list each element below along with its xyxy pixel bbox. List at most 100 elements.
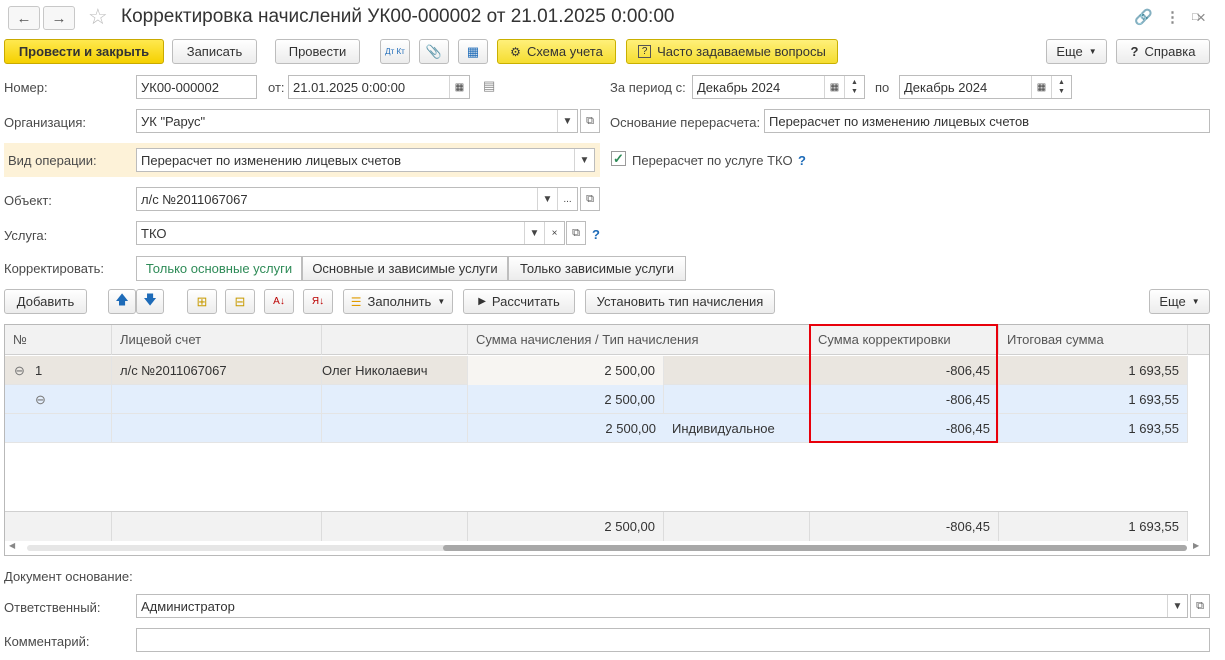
forward-button[interactable]: →: [43, 6, 75, 30]
star-icon[interactable]: ☆: [88, 4, 108, 30]
sort-asc-button[interactable]: A↓: [264, 289, 294, 314]
collapse-button[interactable]: ⊟: [225, 289, 255, 314]
fill-button[interactable]: ☰ Заполнить ▼: [343, 289, 453, 314]
dt-kt-button[interactable]: Дт Кт: [380, 39, 410, 64]
back-button[interactable]: ←: [8, 6, 40, 30]
row-sum: 2 500,00: [605, 421, 656, 436]
comment-label: Комментарий:: [4, 634, 90, 649]
org-label: Организация:: [4, 115, 87, 130]
date-field[interactable]: 21.01.2025 0:00:00 ▦: [288, 75, 470, 99]
post-and-close-button[interactable]: Провести и закрыть: [4, 39, 164, 64]
footer-cell: [5, 512, 112, 542]
row-expand-icon[interactable]: ⊖: [14, 356, 32, 385]
help-button[interactable]: ? Справка: [1116, 39, 1210, 64]
comment-field[interactable]: [136, 628, 1210, 652]
sort-desc-button[interactable]: Я↓: [303, 289, 333, 314]
stepper-icon[interactable]: ▲ ▼: [1051, 76, 1071, 98]
structure-button[interactable]: ▦: [458, 39, 488, 64]
footer-correction: -806,45: [810, 512, 999, 542]
object-label: Объект:: [4, 193, 52, 208]
attach-button[interactable]: 📎: [419, 39, 449, 64]
header-sum[interactable]: Сумма начисления / Тип начисления: [468, 325, 810, 355]
dropdown-icon: ▼: [1191, 297, 1200, 306]
op-field[interactable]: Перерасчет по изменению лицевых счетов ▼: [136, 148, 595, 172]
arrow-up-icon: 🡅: [115, 291, 129, 307]
move-down-button[interactable]: 🡇: [136, 289, 164, 314]
footer-cell: [322, 512, 468, 542]
header-name[interactable]: [322, 325, 468, 355]
row-name: [322, 385, 468, 414]
reason-label: Основание перерасчета:: [610, 115, 761, 130]
table-row[interactable]: ⊖ 1 л/с №2011067067 Олег Николаевич 2 50…: [5, 356, 1188, 385]
help-icon: ?: [1130, 44, 1139, 59]
scroll-right-icon[interactable]: ▶: [1193, 541, 1199, 550]
chevron-down-icon[interactable]: ▼: [524, 222, 544, 244]
set-type-button[interactable]: Установить тип начисления: [585, 289, 775, 314]
row-account: [112, 414, 322, 443]
clear-icon[interactable]: ×: [544, 222, 564, 244]
corrections-table[interactable]: № Лицевой счет Сумма начисления / Тип на…: [4, 324, 1210, 556]
service-help-icon[interactable]: ?: [592, 227, 600, 242]
expand-button[interactable]: ⊞: [187, 289, 217, 314]
calendar-icon[interactable]: ▦: [1031, 76, 1051, 98]
faq-button[interactable]: ? Часто задаваемые вопросы: [626, 39, 838, 64]
reason-field[interactable]: Перерасчет по изменению лицевых счетов: [764, 109, 1210, 133]
chevron-down-icon[interactable]: ▼: [537, 188, 557, 210]
scheme-button[interactable]: ⚙ Схема учета: [497, 39, 616, 64]
tab-main-services[interactable]: Только основные услуги: [136, 256, 302, 281]
number-field[interactable]: УК00-000002: [136, 75, 257, 99]
row-expand-icon[interactable]: ⊖: [35, 385, 53, 414]
open-icon[interactable]: ⧉: [566, 221, 586, 245]
chevron-down-icon[interactable]: ▼: [557, 110, 577, 132]
footer-cell: [112, 512, 322, 542]
footer-sum: 2 500,00: [468, 512, 664, 542]
row-name: Олег Николаевич: [322, 356, 468, 385]
correct-label: Корректировать:: [4, 261, 105, 276]
more-button[interactable]: Еще ▼: [1046, 39, 1107, 64]
move-up-button[interactable]: 🡅: [108, 289, 136, 314]
service-field[interactable]: ТКО ▼ ×: [136, 221, 565, 245]
header-total[interactable]: Итоговая сумма: [999, 325, 1188, 355]
close-icon[interactable]: ×: [1196, 8, 1206, 28]
more-vertical-icon[interactable]: ⋮: [1165, 8, 1180, 26]
save-button[interactable]: Записать: [172, 39, 257, 64]
chevron-down-icon[interactable]: ▼: [574, 149, 594, 171]
add-button[interactable]: Добавить: [4, 289, 87, 314]
period-to-field[interactable]: Декабрь 2024 ▦ ▲ ▼: [899, 75, 1072, 99]
calendar-icon[interactable]: ▦: [824, 76, 844, 98]
scrollbar-thumb[interactable]: [443, 545, 1187, 551]
arrow-left-icon: ←: [16, 9, 32, 27]
header-account[interactable]: Лицевой счет: [112, 325, 322, 355]
header-num[interactable]: №: [5, 325, 112, 355]
tko-checkbox[interactable]: ✓: [611, 151, 626, 166]
open-icon[interactable]: ⧉: [580, 187, 600, 211]
responsible-field[interactable]: Администратор ▼: [136, 594, 1188, 618]
post-button[interactable]: Провести: [275, 39, 360, 64]
row-total: 1 693,55: [999, 385, 1188, 414]
open-icon[interactable]: ⧉: [1190, 594, 1210, 618]
org-field[interactable]: УК "Рарус" ▼: [136, 109, 578, 133]
comment-icon[interactable]: ▤: [483, 78, 495, 94]
calendar-icon[interactable]: ▦: [449, 76, 469, 98]
chevron-down-icon[interactable]: ▼: [1167, 595, 1187, 617]
link-icon[interactable]: 🔗: [1134, 8, 1153, 26]
period-to-label: по: [875, 80, 890, 95]
object-field[interactable]: л/с №2011067067 ▼...: [136, 187, 578, 211]
footer-cell: [664, 512, 810, 542]
horizontal-scrollbar[interactable]: ◀ ▶: [5, 541, 1209, 555]
tko-help-icon[interactable]: ?: [798, 153, 806, 168]
calculate-button[interactable]: ▶ Рассчитать: [463, 289, 575, 314]
open-icon[interactable]: ⧉: [580, 109, 600, 133]
fill-icon: ☰: [350, 294, 362, 309]
stepper-icon[interactable]: ▲ ▼: [844, 76, 864, 98]
select-icon[interactable]: ...: [557, 188, 577, 210]
plus-box-icon: ⊞: [196, 293, 208, 309]
tab-main-and-dependent[interactable]: Основные и зависимые услуги: [302, 256, 508, 281]
row-sum: 2 500,00: [468, 356, 664, 385]
table-row[interactable]: 2 500,00 Индивидуальное -806,45 1 693,55: [5, 414, 1188, 443]
tab-dependent-only[interactable]: Только зависимые услуги: [508, 256, 686, 281]
period-from-field[interactable]: Декабрь 2024 ▦ ▲ ▼: [692, 75, 865, 99]
scroll-left-icon[interactable]: ◀: [9, 541, 15, 550]
table-more-button[interactable]: Еще ▼: [1149, 289, 1210, 314]
table-row[interactable]: ⊖ 2 500,00 -806,45 1 693,55: [5, 385, 1188, 414]
